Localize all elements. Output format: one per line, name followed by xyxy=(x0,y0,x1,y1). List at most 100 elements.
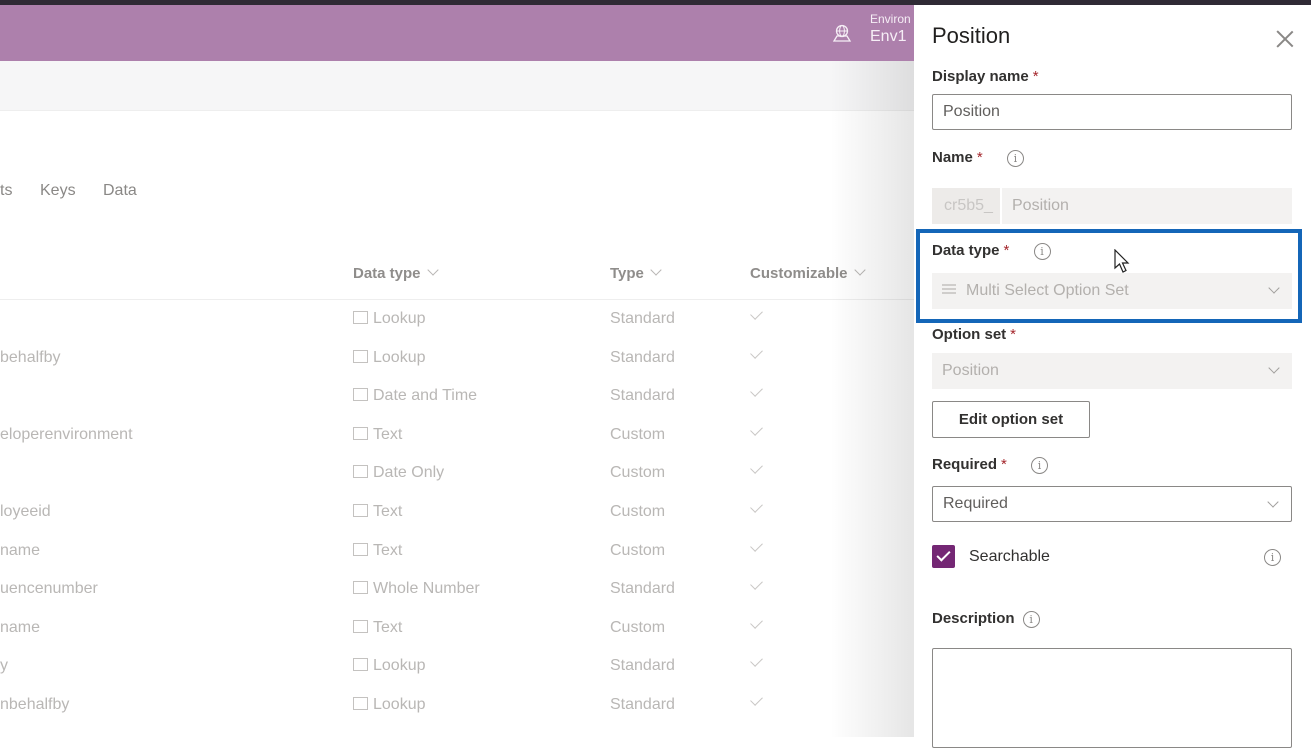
data-type-cell: Date Only xyxy=(353,464,444,482)
type-cell: Custom xyxy=(610,464,666,482)
column-properties-panel: Position Display name * Position Name * i … xyxy=(914,5,1311,748)
label-text: Name xyxy=(932,149,973,166)
searchable-checkbox[interactable] xyxy=(932,545,955,568)
tab-events[interactable]: ts xyxy=(0,182,12,200)
data-type-text: Text xyxy=(373,425,403,443)
data-type-cell: Lookup xyxy=(353,657,426,675)
required-mark: * xyxy=(1032,68,1039,85)
data-type-cell: Lookup xyxy=(353,696,426,714)
data-type-text: Lookup xyxy=(373,657,426,675)
table-row[interactable]: Date and Time Standard xyxy=(0,384,915,425)
column-name: loyeeid xyxy=(0,503,51,520)
data-type-text: Whole Number xyxy=(373,580,480,598)
label-text: Description xyxy=(932,610,1015,627)
table-row[interactable]: eloperenvironment Text Custom xyxy=(0,422,915,464)
check-icon xyxy=(750,384,763,398)
data-type-cell: Lookup xyxy=(353,349,426,367)
type-cell: Custom xyxy=(610,503,666,520)
table-row[interactable]: behalfby Lookup Standard xyxy=(0,345,915,387)
data-type-label: Data type * i xyxy=(932,242,1051,260)
info-icon[interactable]: i xyxy=(1264,549,1281,566)
globe-icon xyxy=(832,24,852,42)
description-textarea[interactable] xyxy=(932,648,1292,748)
data-type-cell: Text xyxy=(353,542,402,560)
type-cell: Standard xyxy=(610,696,675,713)
data-type-text: Text xyxy=(373,618,403,636)
environment-name: Env1 xyxy=(870,28,907,45)
data-type-text: Date and Time xyxy=(373,387,478,405)
info-icon[interactable]: i xyxy=(1006,149,1024,167)
grid-header: Data type Type Customizable xyxy=(0,262,915,300)
display-name-label: Display name * xyxy=(932,68,1039,85)
panel-title: Position xyxy=(932,23,1011,48)
type-cell: Standard xyxy=(610,387,675,405)
column-name: nbehalfby xyxy=(0,696,70,713)
chevron-down-icon xyxy=(426,264,439,276)
data-type-dropdown: Multi Select Option Set xyxy=(932,273,1292,309)
data-type-text: Lookup xyxy=(373,696,426,713)
type-cell: Custom xyxy=(610,541,666,559)
chevron-down-icon xyxy=(1268,282,1280,294)
close-icon[interactable] xyxy=(1276,30,1294,48)
data-type-icon xyxy=(353,697,368,710)
data-type-text: Lookup xyxy=(373,310,426,327)
data-type-text: Text xyxy=(373,503,403,520)
display-name-input[interactable]: Position xyxy=(932,94,1292,130)
chevron-down-icon xyxy=(1267,496,1279,508)
data-type-icon xyxy=(353,658,368,672)
data-type-cell: Whole Number xyxy=(353,580,480,598)
column-header-label: Type xyxy=(610,265,644,282)
table-row[interactable]: uencenumber Whole Number Standard xyxy=(0,577,915,618)
option-set-label: Option set * xyxy=(932,326,1016,343)
check-icon xyxy=(750,654,763,668)
table-row[interactable]: nbehalfby Lookup Standard xyxy=(0,693,915,734)
table-row[interactable]: loyeeid Text Custom xyxy=(0,500,915,541)
check-icon xyxy=(750,693,763,706)
column-name: y xyxy=(0,657,8,675)
table-row[interactable]: y Lookup Standard xyxy=(0,654,915,695)
table-row[interactable]: Lookup Standard xyxy=(0,307,915,348)
table-row[interactable]: name Text Custom xyxy=(0,538,915,580)
name-input: cr5b5_ Position xyxy=(932,188,1292,224)
info-icon[interactable]: i xyxy=(1022,610,1040,628)
required-mark: * xyxy=(976,149,983,166)
data-type-cell: Text xyxy=(353,619,402,637)
command-bar xyxy=(0,61,915,111)
type-cell: Standard xyxy=(610,348,675,366)
tab-data[interactable]: Data xyxy=(103,182,137,200)
type-cell: Custom xyxy=(610,618,666,636)
info-icon[interactable]: i xyxy=(1033,242,1051,260)
column-name: behalfby xyxy=(0,348,61,366)
label-text: Data type xyxy=(932,242,1000,259)
name-value: Position xyxy=(1012,197,1069,214)
table-row[interactable]: Date Only Custom xyxy=(0,461,915,502)
data-type-icon xyxy=(353,619,368,633)
list-icon xyxy=(942,284,956,294)
tab-keys[interactable]: Keys xyxy=(40,182,76,200)
check-icon xyxy=(750,577,763,591)
required-dropdown[interactable]: Required xyxy=(932,486,1292,522)
check-icon xyxy=(750,461,763,475)
required-mark: * xyxy=(1003,242,1010,259)
data-type-icon xyxy=(353,311,368,324)
column-header-data-type[interactable]: Data type xyxy=(353,264,439,282)
edit-option-set-button[interactable]: Edit option set xyxy=(932,401,1090,438)
data-type-icon xyxy=(353,465,368,479)
column-header-type[interactable]: Type xyxy=(610,264,662,282)
chevron-down-icon xyxy=(1268,362,1280,374)
data-type-cell: Text xyxy=(353,503,402,521)
check-icon xyxy=(750,307,763,320)
panel-shadow xyxy=(830,61,915,737)
type-cell: Custom xyxy=(610,425,666,443)
required-value: Required xyxy=(943,495,1008,512)
option-set-dropdown: Position xyxy=(932,353,1292,389)
searchable-label: Searchable xyxy=(969,548,1050,565)
data-type-cell: Date and Time xyxy=(353,387,477,405)
table-row[interactable]: name Text Custom xyxy=(0,615,915,657)
data-type-cell: Text xyxy=(353,426,402,444)
info-icon[interactable]: i xyxy=(1031,456,1049,474)
label-text: Required xyxy=(932,456,998,473)
check-icon xyxy=(750,538,763,552)
data-type-text: Lookup xyxy=(373,348,426,366)
data-type-value: Multi Select Option Set xyxy=(966,282,1129,299)
